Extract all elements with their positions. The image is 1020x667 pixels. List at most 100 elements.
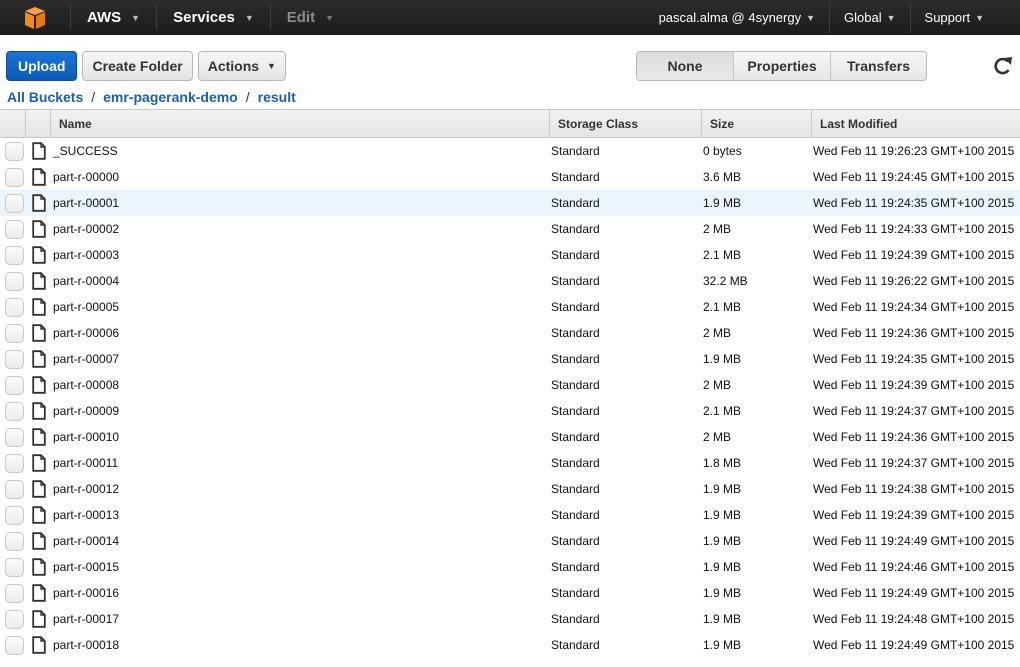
storage-class: Standard — [551, 196, 600, 210]
file-name[interactable]: part-r-00008 — [51, 378, 550, 392]
file-name[interactable]: part-r-00000 — [51, 170, 550, 184]
file-name[interactable]: part-r-00014 — [51, 534, 550, 548]
file-name[interactable]: part-r-00003 — [51, 248, 550, 262]
row-checkbox[interactable] — [4, 141, 24, 161]
file-size: 1.9 MB — [703, 612, 742, 626]
row-checkbox[interactable] — [4, 453, 24, 473]
chevron-down-icon: ▼ — [975, 12, 984, 23]
region-menu[interactable]: Global ▼ — [830, 0, 910, 35]
file-name[interactable]: part-r-00010 — [51, 430, 550, 444]
last-modified: Wed Feb 11 19:24:49 GMT+100 2015 — [813, 638, 1015, 652]
breadcrumb-separator: / — [91, 89, 96, 105]
file-name[interactable]: part-r-00018 — [51, 638, 550, 652]
row-checkbox[interactable] — [4, 167, 24, 187]
table-row[interactable]: part-r-00012 Standard 1.9 MB Wed Feb 11 … — [0, 476, 1020, 502]
file-name[interactable]: part-r-00005 — [51, 300, 550, 314]
file-name[interactable]: part-r-00004 — [51, 274, 550, 288]
row-checkbox[interactable] — [4, 245, 24, 265]
header-select-all[interactable] — [0, 110, 26, 137]
row-checkbox[interactable] — [4, 219, 24, 239]
table-row[interactable]: part-r-00018 Standard 1.9 MB Wed Feb 11 … — [0, 632, 1020, 658]
table-row[interactable]: part-r-00015 Standard 1.9 MB Wed Feb 11 … — [0, 554, 1020, 580]
table-row[interactable]: part-r-00001 Standard 1.9 MB Wed Feb 11 … — [0, 190, 1020, 216]
tab-transfers[interactable]: Transfers — [831, 52, 926, 80]
breadcrumb-all-buckets[interactable]: All Buckets — [7, 89, 83, 105]
row-checkbox[interactable] — [4, 427, 24, 447]
row-checkbox[interactable] — [4, 323, 24, 343]
row-checkbox[interactable] — [4, 557, 24, 577]
row-checkbox[interactable] — [4, 635, 24, 655]
file-name[interactable]: part-r-00002 — [51, 222, 550, 236]
breadcrumb-bucket[interactable]: emr-pagerank-demo — [103, 89, 238, 105]
row-checkbox[interactable] — [4, 583, 24, 603]
row-checkbox[interactable] — [4, 375, 24, 395]
breadcrumb-folder[interactable]: result — [258, 89, 296, 105]
create-folder-button[interactable]: Create Folder — [82, 51, 193, 81]
storage-class: Standard — [551, 482, 600, 496]
storage-class: Standard — [551, 560, 600, 574]
storage-class: Standard — [551, 326, 600, 340]
file-name[interactable]: part-r-00012 — [51, 482, 550, 496]
file-name[interactable]: _SUCCESS — [51, 144, 550, 158]
file-name[interactable]: part-r-00009 — [51, 404, 550, 418]
row-checkbox[interactable] — [4, 297, 24, 317]
header-last-modified[interactable]: Last Modified — [812, 110, 1020, 137]
aws-logo[interactable] — [0, 0, 70, 35]
header-size[interactable]: Size — [702, 110, 812, 137]
breadcrumb-separator: / — [245, 89, 250, 105]
table-row[interactable]: part-r-00006 Standard 2 MB Wed Feb 11 19… — [0, 320, 1020, 346]
file-icon — [31, 246, 46, 264]
header-storage-class[interactable]: Storage Class — [550, 110, 702, 137]
table-row[interactable]: part-r-00011 Standard 1.8 MB Wed Feb 11 … — [0, 450, 1020, 476]
row-checkbox[interactable] — [4, 271, 24, 291]
row-checkbox[interactable] — [4, 193, 24, 213]
file-name[interactable]: part-r-00017 — [51, 612, 550, 626]
file-name[interactable]: part-r-00001 — [51, 196, 550, 210]
table-row[interactable]: part-r-00007 Standard 1.9 MB Wed Feb 11 … — [0, 346, 1020, 372]
file-name[interactable]: part-r-00006 — [51, 326, 550, 340]
table-body: _SUCCESS Standard 0 bytes Wed Feb 11 19:… — [0, 138, 1020, 658]
table-row[interactable]: part-r-00010 Standard 2 MB Wed Feb 11 19… — [0, 424, 1020, 450]
row-checkbox[interactable] — [4, 505, 24, 525]
table-row[interactable]: _SUCCESS Standard 0 bytes Wed Feb 11 19:… — [0, 138, 1020, 164]
account-menu[interactable]: pascal.alma @ 4synergy ▼ — [645, 0, 829, 35]
file-name[interactable]: part-r-00015 — [51, 560, 550, 574]
table-row[interactable]: part-r-00014 Standard 1.9 MB Wed Feb 11 … — [0, 528, 1020, 554]
file-icon — [31, 454, 46, 472]
storage-class: Standard — [551, 248, 600, 262]
support-menu[interactable]: Support ▼ — [911, 0, 1020, 35]
file-size: 1.9 MB — [703, 482, 742, 496]
aws-menu[interactable]: AWS ▼ — [71, 0, 156, 35]
row-checkbox[interactable] — [4, 479, 24, 499]
upload-button[interactable]: Upload — [6, 51, 78, 81]
table-row[interactable]: part-r-00000 Standard 3.6 MB Wed Feb 11 … — [0, 164, 1020, 190]
refresh-button[interactable] — [992, 55, 1014, 77]
table-row[interactable]: part-r-00016 Standard 1.9 MB Wed Feb 11 … — [0, 580, 1020, 606]
account-menu-label: pascal.alma @ 4synergy — [658, 10, 802, 25]
actions-label: Actions — [207, 58, 260, 74]
table-row[interactable]: part-r-00003 Standard 2.1 MB Wed Feb 11 … — [0, 242, 1020, 268]
table-row[interactable]: part-r-00009 Standard 2.1 MB Wed Feb 11 … — [0, 398, 1020, 424]
file-name[interactable]: part-r-00011 — [51, 456, 550, 470]
table-row[interactable]: part-r-00002 Standard 2 MB Wed Feb 11 19… — [0, 216, 1020, 242]
row-checkbox[interactable] — [4, 609, 24, 629]
table-row[interactable]: part-r-00017 Standard 1.9 MB Wed Feb 11 … — [0, 606, 1020, 632]
services-menu[interactable]: Services ▼ — [157, 0, 270, 35]
table-row[interactable]: part-r-00004 Standard 32.2 MB Wed Feb 11… — [0, 268, 1020, 294]
tab-none[interactable]: None — [637, 52, 734, 80]
refresh-icon — [994, 57, 1012, 75]
row-checkbox[interactable] — [4, 531, 24, 551]
edit-menu[interactable]: Edit ▼ — [271, 0, 350, 35]
actions-dropdown[interactable]: Actions ▼ — [197, 51, 286, 81]
table-row[interactable]: part-r-00013 Standard 1.9 MB Wed Feb 11 … — [0, 502, 1020, 528]
row-checkbox[interactable] — [4, 401, 24, 421]
row-checkbox[interactable] — [4, 349, 24, 369]
file-name[interactable]: part-r-00016 — [51, 586, 550, 600]
file-name[interactable]: part-r-00013 — [51, 508, 550, 522]
file-name[interactable]: part-r-00007 — [51, 352, 550, 366]
table-row[interactable]: part-r-00005 Standard 2.1 MB Wed Feb 11 … — [0, 294, 1020, 320]
tab-properties[interactable]: Properties — [734, 52, 831, 80]
last-modified: Wed Feb 11 19:24:37 GMT+100 2015 — [813, 456, 1015, 470]
table-row[interactable]: part-r-00008 Standard 2 MB Wed Feb 11 19… — [0, 372, 1020, 398]
header-name[interactable]: Name — [51, 110, 550, 137]
